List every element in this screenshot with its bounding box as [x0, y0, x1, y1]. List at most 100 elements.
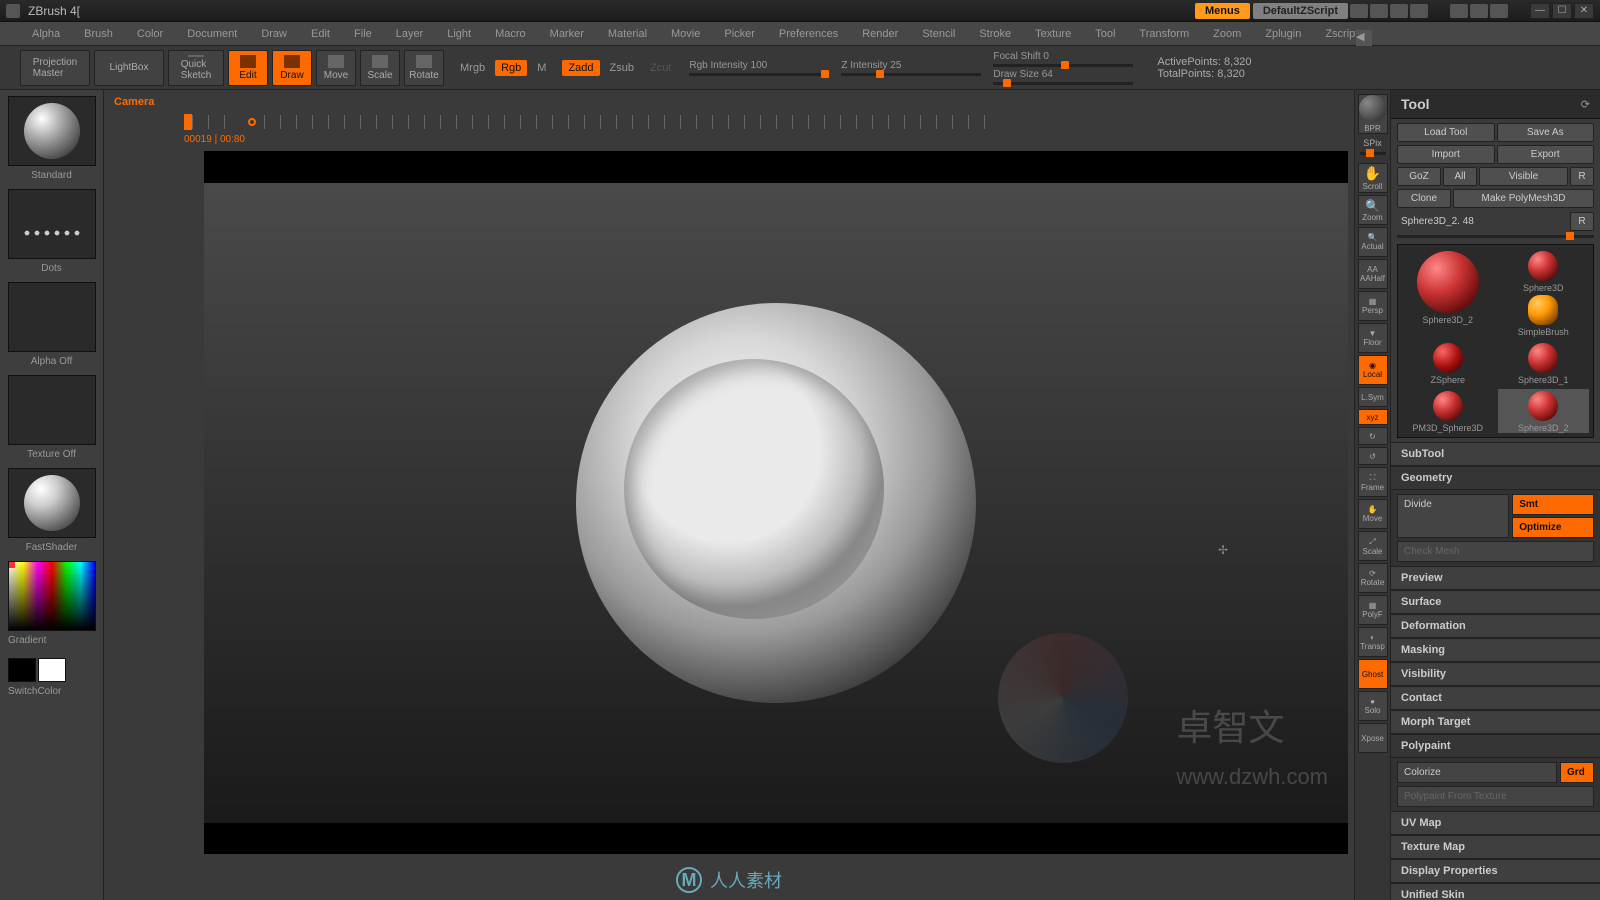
- timeline[interactable]: [184, 112, 1354, 132]
- refresh-icon[interactable]: ⟳: [1581, 98, 1590, 111]
- save-as-button[interactable]: Save As: [1497, 123, 1595, 142]
- alpha-selector[interactable]: [8, 282, 96, 352]
- move-mode-button[interactable]: Move: [316, 50, 356, 86]
- smt-button[interactable]: Smt: [1512, 494, 1594, 515]
- goz-button[interactable]: GoZ: [1397, 167, 1441, 186]
- tool-item-sphere3d-1[interactable]: Sphere3D_1: [1498, 341, 1590, 385]
- goz-r-button[interactable]: R: [1570, 167, 1594, 186]
- menu-marker[interactable]: Marker: [538, 24, 596, 44]
- unified-skin-section-header[interactable]: Unified Skin: [1391, 883, 1600, 900]
- menu-tool[interactable]: Tool: [1083, 24, 1127, 44]
- menu-render[interactable]: Render: [850, 24, 910, 44]
- preview-section-header[interactable]: Preview: [1391, 566, 1600, 590]
- menu-material[interactable]: Material: [596, 24, 659, 44]
- tool-item-pm3d-sphere3d[interactable]: PM3D_Sphere3D: [1402, 389, 1494, 433]
- uv-map-section-header[interactable]: UV Map: [1391, 811, 1600, 835]
- monitor2-icon[interactable]: [1470, 4, 1488, 18]
- tool-item-sphere3d-2[interactable]: Sphere3D_2: [1402, 249, 1494, 337]
- grd-button[interactable]: Grd: [1560, 762, 1594, 783]
- menu-draw[interactable]: Draw: [249, 24, 299, 44]
- deformation-section-header[interactable]: Deformation: [1391, 614, 1600, 638]
- menu-zplugin[interactable]: Zplugin: [1253, 24, 1313, 44]
- scale-mode-button[interactable]: Scale: [360, 50, 400, 86]
- menu-brush[interactable]: Brush: [72, 24, 125, 44]
- zadd-toggle[interactable]: Zadd: [562, 60, 599, 76]
- draw-mode-button[interactable]: Draw: [272, 50, 312, 86]
- menu-macro[interactable]: Macro: [483, 24, 538, 44]
- tool-r-button[interactable]: R: [1570, 212, 1594, 231]
- menu-light[interactable]: Light: [435, 24, 483, 44]
- texture-map-section-header[interactable]: Texture Map: [1391, 835, 1600, 859]
- rgb-intensity-slider[interactable]: [689, 73, 829, 76]
- secondary-color-swatch[interactable]: [8, 658, 36, 682]
- viewport-canvas[interactable]: 卓智文www.dzwh.com ✢: [204, 183, 1348, 823]
- stroke-selector[interactable]: [8, 189, 96, 259]
- focal-shift-slider[interactable]: [993, 64, 1133, 67]
- tool-item-sphere3d-2b[interactable]: Sphere3D_2: [1498, 389, 1590, 433]
- projection-master-button[interactable]: Projection Master: [20, 50, 90, 86]
- mrgb-toggle[interactable]: Mrgb: [454, 60, 491, 76]
- colorize-button[interactable]: Colorize: [1397, 762, 1557, 783]
- menu-texture[interactable]: Texture: [1023, 24, 1083, 44]
- lightbox-button[interactable]: LightBox: [94, 50, 164, 86]
- m-toggle[interactable]: M: [531, 60, 552, 76]
- menu-file[interactable]: File: [342, 24, 384, 44]
- menu-document[interactable]: Document: [175, 24, 249, 44]
- camera-label[interactable]: Camera: [114, 96, 154, 108]
- load-tool-button[interactable]: Load Tool: [1397, 123, 1495, 142]
- tool-item-zsphere[interactable]: ZSphere: [1402, 341, 1494, 385]
- tool-item-simplebrush[interactable]: SimpleBrush: [1498, 295, 1590, 337]
- zcut-toggle[interactable]: Zcut: [644, 60, 677, 76]
- minimize-button[interactable]: —: [1530, 3, 1550, 19]
- primary-color-swatch[interactable]: [38, 658, 66, 682]
- timeline-keyframe-icon[interactable]: [248, 118, 256, 126]
- visibility-section-header[interactable]: Visibility: [1391, 662, 1600, 686]
- menu-stencil[interactable]: Stencil: [910, 24, 967, 44]
- material-selector[interactable]: [8, 468, 96, 538]
- brush-selector[interactable]: [8, 96, 96, 166]
- draw-size-slider[interactable]: [993, 82, 1133, 85]
- ui-config-icon[interactable]: [1390, 4, 1408, 18]
- tool-size-slider[interactable]: [1397, 235, 1594, 238]
- rgb-toggle[interactable]: Rgb: [495, 60, 527, 76]
- menu-layer[interactable]: Layer: [384, 24, 436, 44]
- morph-target-section-header[interactable]: Morph Target: [1391, 710, 1600, 734]
- menu-edit[interactable]: Edit: [299, 24, 342, 44]
- clone-button[interactable]: Clone: [1397, 189, 1451, 208]
- menu-picker[interactable]: Picker: [712, 24, 767, 44]
- maximize-button[interactable]: ☐: [1552, 3, 1572, 19]
- menu-stroke[interactable]: Stroke: [967, 24, 1023, 44]
- monitor-icon[interactable]: [1450, 4, 1468, 18]
- lock-icon[interactable]: [1490, 4, 1508, 18]
- menu-preferences[interactable]: Preferences: [767, 24, 850, 44]
- timeline-marker[interactable]: [184, 114, 192, 130]
- menus-button[interactable]: Menus: [1195, 3, 1250, 19]
- edit-mode-button[interactable]: Edit: [228, 50, 268, 86]
- zsub-toggle[interactable]: Zsub: [604, 60, 640, 76]
- polypaint-section-header[interactable]: Polypaint: [1391, 734, 1600, 758]
- rotate-mode-button[interactable]: Rotate: [404, 50, 444, 86]
- gradient-label[interactable]: Gradient: [8, 633, 95, 652]
- ui-config-icon-2[interactable]: [1410, 4, 1428, 18]
- contact-section-header[interactable]: Contact: [1391, 686, 1600, 710]
- menu-color[interactable]: Color: [125, 24, 175, 44]
- subtool-section-header[interactable]: SubTool: [1391, 442, 1600, 466]
- masking-section-header[interactable]: Masking: [1391, 638, 1600, 662]
- check-mesh-button[interactable]: Check Mesh: [1397, 541, 1594, 562]
- display-properties-section-header[interactable]: Display Properties: [1391, 859, 1600, 883]
- menu-transform[interactable]: Transform: [1127, 24, 1201, 44]
- default-zscript-button[interactable]: DefaultZScript: [1253, 3, 1348, 19]
- polypaint-from-texture-button[interactable]: Polypaint From Texture: [1397, 786, 1594, 807]
- color-picker[interactable]: [8, 561, 96, 631]
- goz-visible-button[interactable]: Visible: [1479, 167, 1568, 186]
- export-button[interactable]: Export: [1497, 145, 1595, 164]
- switch-color-label[interactable]: SwitchColor: [8, 684, 95, 703]
- optimize-button[interactable]: Optimize: [1512, 517, 1594, 538]
- menu-movie[interactable]: Movie: [659, 24, 712, 44]
- menu-alpha[interactable]: Alpha: [20, 24, 72, 44]
- goz-all-button[interactable]: All: [1443, 167, 1477, 186]
- import-button[interactable]: Import: [1397, 145, 1495, 164]
- divide-button[interactable]: Divide: [1397, 494, 1509, 538]
- make-polymesh3d-button[interactable]: Make PolyMesh3D: [1453, 189, 1594, 208]
- z-intensity-slider[interactable]: [841, 73, 981, 76]
